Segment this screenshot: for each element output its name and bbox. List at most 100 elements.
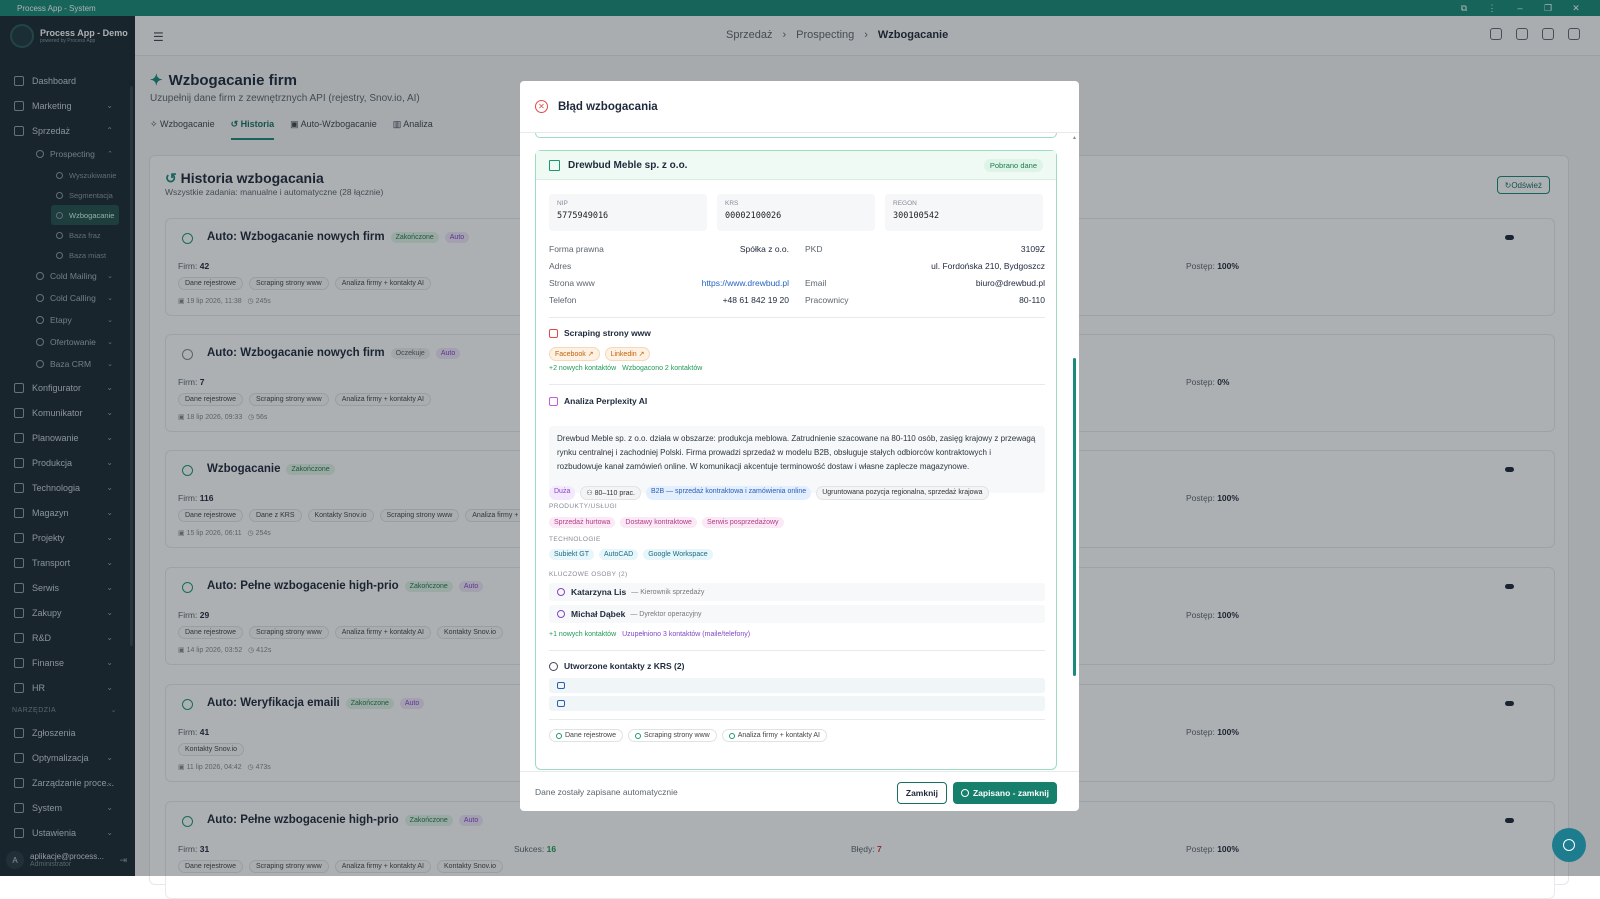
divider <box>549 317 1045 318</box>
modal-header: ✕ Błąd wzbogacania <box>520 81 1079 133</box>
users-icon <box>549 662 558 671</box>
employees-tag: ⚇ 80–110 prac. <box>580 486 641 500</box>
check-circle-icon <box>635 733 641 739</box>
field-value: biuro@drewbud.pl <box>976 278 1045 288</box>
tech-tags: Subiekt GT AutoCAD Google Workspace <box>549 549 713 560</box>
person-name: Michał Dąbek <box>571 609 625 619</box>
modal-title: Błąd wzbogacania <box>558 101 658 113</box>
person-name: Katarzyna Lis <box>571 587 626 597</box>
tech-caption: TECHNOLOGIE <box>549 536 601 543</box>
modal-scrollbar[interactable] <box>1073 358 1076 676</box>
ai-stats: +1 nowych kontaktów Uzupełniono 3 kontakt… <box>549 631 750 638</box>
user-icon <box>557 588 565 596</box>
field-address: Adres ul. Fordońska 210, Bydgoszcz <box>549 261 1045 273</box>
field-label: Pracownicy <box>805 295 848 305</box>
error-circle-icon: ✕ <box>535 100 548 113</box>
krs-contact-row[interactable] <box>549 696 1045 711</box>
field-value: Spółka z o.o. <box>740 244 789 254</box>
link-label: Facebook <box>555 351 586 358</box>
people-caption: KLUCZOWE OSOBY (2) <box>549 571 628 578</box>
button-label: Zapisano - zamknij <box>973 788 1049 798</box>
product-tag: Sprzedaż hurtowa <box>549 517 615 528</box>
check-circle-icon <box>556 733 562 739</box>
previous-card-edge <box>535 133 1057 138</box>
company-card-header: Drewbud Meble sp. z o.o. Pobrano dane <box>536 151 1056 180</box>
products-caption: PRODUKTY/USŁUGI <box>549 503 617 510</box>
field-value: 3109Z <box>1021 244 1045 254</box>
linkedin-link[interactable]: Linkedin ↗ <box>605 347 651 361</box>
ai-section-title: Analiza Perplexity AI <box>549 396 647 406</box>
krs-section-title: Utworzone kontakty z KRS (2) <box>549 661 684 671</box>
new-contacts: +1 nowych kontaktów <box>549 631 616 638</box>
user-icon <box>557 610 565 618</box>
scroll-up-icon[interactable]: ▲ <box>1072 135 1077 141</box>
modal-body: Drewbud Meble sp. z o.o. Pobrano dane NI… <box>520 133 1079 771</box>
people-icon: ⚇ <box>586 490 594 497</box>
field-value: +48 61 842 19 20 <box>723 295 789 305</box>
facebook-link[interactable]: Facebook ↗ <box>549 347 600 361</box>
id-label: NIP <box>557 200 699 207</box>
field-website: Strona www https://www.drewbud.pl <box>549 278 789 290</box>
users-icon <box>557 682 565 689</box>
tech-tag: Subiekt GT <box>549 549 594 560</box>
enriched-contacts: Wzbogacono 2 kontaktów <box>622 365 702 372</box>
section-title: Scraping strony www <box>564 328 651 338</box>
enrichment-error-modal: ✕ Błąd wzbogacania Drewbud Meble sp. z o… <box>520 81 1079 811</box>
source-chip: Analiza firmy + kontakty AI <box>722 729 827 742</box>
divider <box>549 650 1045 651</box>
check-circle-icon <box>961 789 969 797</box>
company-name: Drewbud Meble sp. z o.o. <box>568 160 687 171</box>
link-label: Linkedin <box>611 351 637 358</box>
chip-label: Dane rejestrowe <box>565 732 616 739</box>
field-label: Adres <box>549 261 571 271</box>
ai-tags: Duża ⚇ 80–110 prac. B2B — sprzedaż kontr… <box>549 486 989 500</box>
field-label: PKD <box>805 244 822 254</box>
id-value: 00002100026 <box>725 211 867 221</box>
field-value: ul. Fordońska 210, Bydgoszcz <box>931 261 1045 271</box>
model-tag: B2B — sprzedaż kontraktowa i zamówienia … <box>646 486 811 500</box>
registry-ids: NIP5775949016 KRS00002100026 REGON300100… <box>549 194 1043 231</box>
save-close-button[interactable]: Zapisano - zamknij <box>953 782 1057 804</box>
krs-contact-row[interactable] <box>549 678 1045 693</box>
source-chips: Dane rejestrowe Scraping strony www Anal… <box>549 729 827 742</box>
chip-label: Analiza firmy + kontakty AI <box>738 732 820 739</box>
company-card: Drewbud Meble sp. z o.o. Pobrano dane NI… <box>535 150 1057 770</box>
check-circle-icon <box>729 733 735 739</box>
field-legal-form: Forma prawnaSpółka z o.o. <box>549 244 789 256</box>
scraping-stats: +2 nowych kontaktówWzbogacono 2 kontaktó… <box>549 365 702 372</box>
external-link-icon: ↗ <box>639 351 645 358</box>
autosave-note: Dane zostały zapisane automatycznie <box>535 787 678 797</box>
field-label: Strona www <box>549 278 595 288</box>
divider <box>549 719 1045 720</box>
scraping-section-title: Scraping strony www <box>549 328 651 338</box>
status-badge: Pobrano dane <box>984 159 1043 172</box>
close-button[interactable]: Zamknij <box>897 782 947 804</box>
assistant-button[interactable] <box>1552 828 1586 862</box>
regon-box: REGON300100542 <box>885 194 1043 231</box>
field-email: Emailbiuro@drewbud.pl <box>805 278 1045 290</box>
tag-label: 80–110 prac. <box>595 490 635 497</box>
key-person: Michał Dąbek — Dyrektor operacyjny <box>549 605 1045 623</box>
building-icon <box>549 160 560 171</box>
tech-tag: AutoCAD <box>599 549 638 560</box>
compass-icon <box>1563 839 1575 851</box>
filled-contacts: Uzupełniono 3 kontaktów (maile/telefony) <box>622 631 750 638</box>
source-chip: Scraping strony www <box>628 729 717 742</box>
users-icon <box>557 700 565 707</box>
divider <box>549 384 1045 385</box>
external-link-icon: ↗ <box>588 351 594 358</box>
id-value: 300100542 <box>893 211 1035 221</box>
ai-summary: Drewbud Meble sp. z o.o. działa w obszar… <box>549 426 1045 493</box>
field-label: Telefon <box>549 295 576 305</box>
key-person: Katarzyna Lis — Kierownik sprzedaży <box>549 583 1045 601</box>
modal-footer: Dane zostały zapisane automatycznie Zamk… <box>520 771 1079 811</box>
products-tags: Sprzedaż hurtowa Dostawy kontraktowe Ser… <box>549 517 784 528</box>
field-employees: Pracownicy80-110 <box>805 295 1045 307</box>
field-phone: Telefon +48 61 842 19 20 <box>549 295 789 307</box>
tech-tag: Google Workspace <box>643 549 712 560</box>
section-title: Utworzone kontakty z KRS (2) <box>564 661 684 671</box>
website-link[interactable]: https://www.drewbud.pl <box>702 278 789 288</box>
field-pkd: PKD 3109Z <box>805 244 1045 256</box>
person-role: — Kierownik sprzedaży <box>631 589 704 596</box>
person-role: — Dyrektor operacyjny <box>630 611 701 618</box>
